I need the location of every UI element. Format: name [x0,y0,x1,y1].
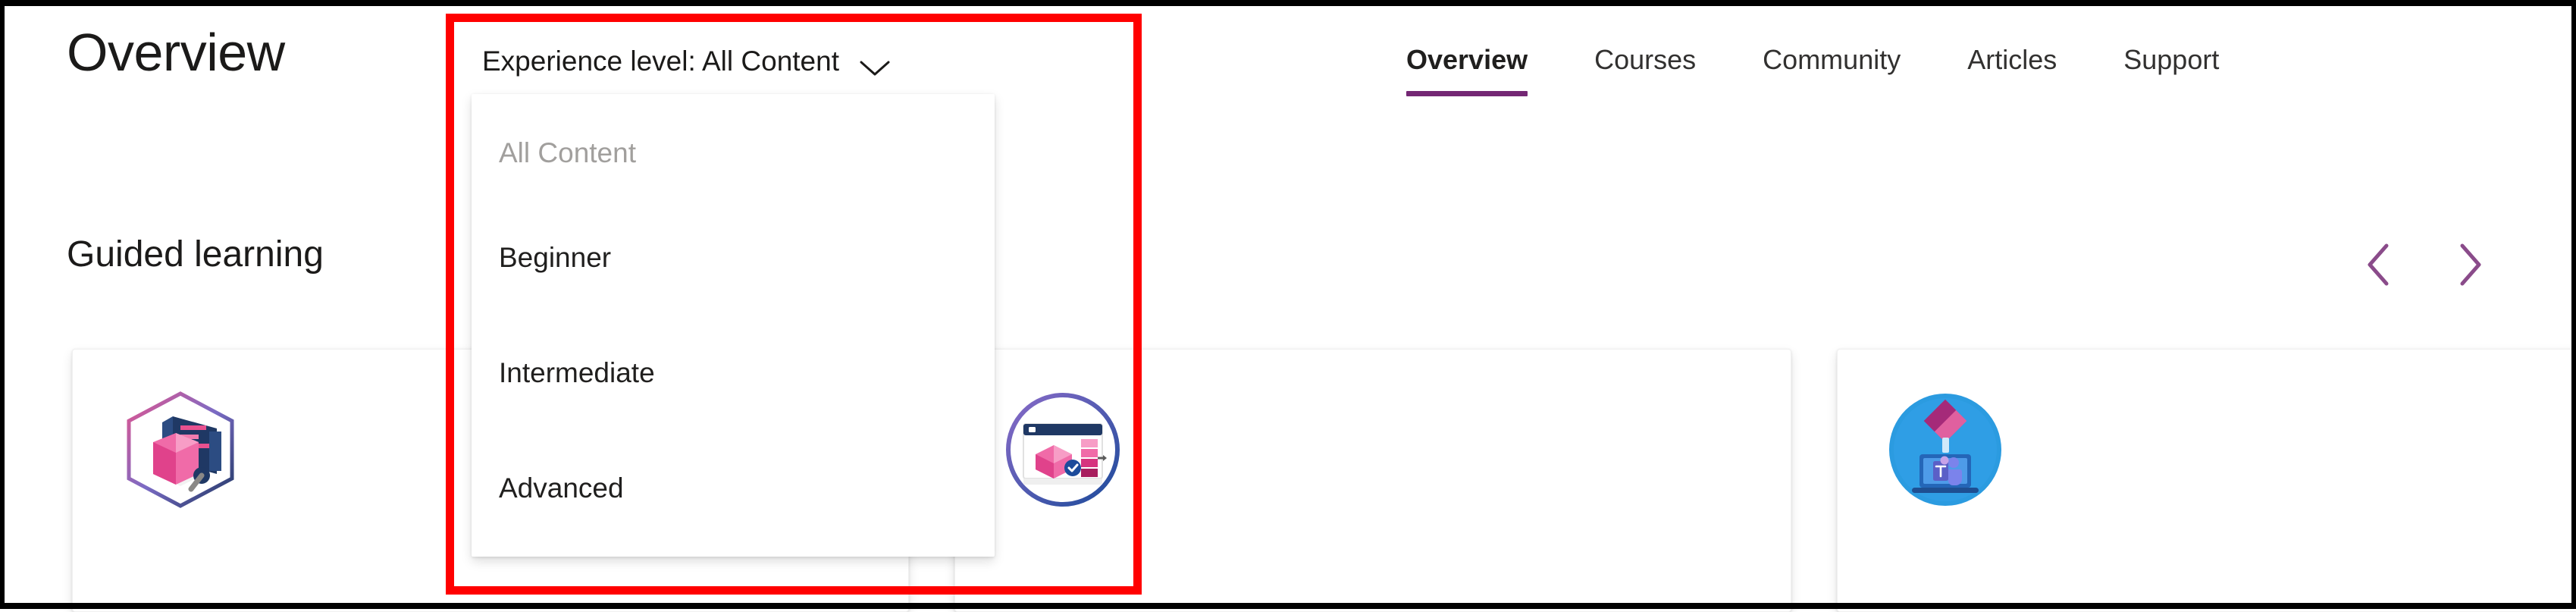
carousel-next-button[interactable] [2446,241,2493,288]
page-frame-right-border [2571,0,2576,609]
page-frame-top-border [0,0,2576,6]
experience-level-filter-button[interactable]: Experience level: All Content [472,38,901,85]
section-heading-guided-learning: Guided learning [67,234,324,275]
nav-item-overview[interactable]: Overview [1406,42,1561,96]
nav-item-support[interactable]: Support [2090,42,2252,77]
nav-item-courses-label: Courses [1594,44,1697,75]
nav-item-articles[interactable]: Articles [1934,42,2090,77]
nav-item-overview-label: Overview [1406,44,1528,75]
dropdown-option-intermediate-label: Intermediate [499,357,655,388]
dropdown-option-beginner-label: Beginner [499,242,612,273]
chevron-down-icon [859,52,891,76]
experience-level-filter-label: Experience level: All Content [482,46,839,77]
page-frame-bottom-border [0,603,2576,609]
dropdown-option-all-content[interactable]: All Content [472,94,995,200]
nav-active-underline [1406,91,1528,96]
guided-learning-card[interactable] [1837,349,2576,612]
dropdown-option-all-content-label: All Content [499,137,636,168]
nav-item-community[interactable]: Community [1729,42,1934,77]
chevron-right-icon [2451,241,2487,288]
guided-learning-card-list [72,349,2576,612]
dropdown-option-advanced[interactable]: Advanced [472,431,995,546]
dropdown-option-beginner[interactable]: Beginner [472,200,995,315]
top-navigation: Overview Courses Community Articles Supp… [1406,42,2252,96]
page-canvas: Overview Overview Courses Community Arti… [0,6,2576,612]
dropdown-option-advanced-label: Advanced [499,472,624,504]
carousel-controls [2356,241,2493,288]
hexagon-dataverse-badge-icon [120,389,241,510]
carousel-previous-button[interactable] [2356,241,2403,288]
page-frame-left-border [0,0,5,609]
circle-power-apps-teams-badge-icon [1885,389,2006,510]
experience-level-dropdown-menu: All Content Beginner Intermediate Advanc… [472,94,995,557]
nav-item-articles-label: Articles [1967,44,2057,75]
nav-item-support-label: Support [2123,44,2220,75]
dropdown-option-intermediate[interactable]: Intermediate [472,315,995,431]
page-title: Overview [67,23,285,82]
nav-item-courses[interactable]: Courses [1561,42,1729,77]
nav-item-community-label: Community [1763,44,1901,75]
experience-level-filter: Experience level: All Content All Conten… [455,20,1137,593]
chevron-left-icon [2361,241,2398,288]
